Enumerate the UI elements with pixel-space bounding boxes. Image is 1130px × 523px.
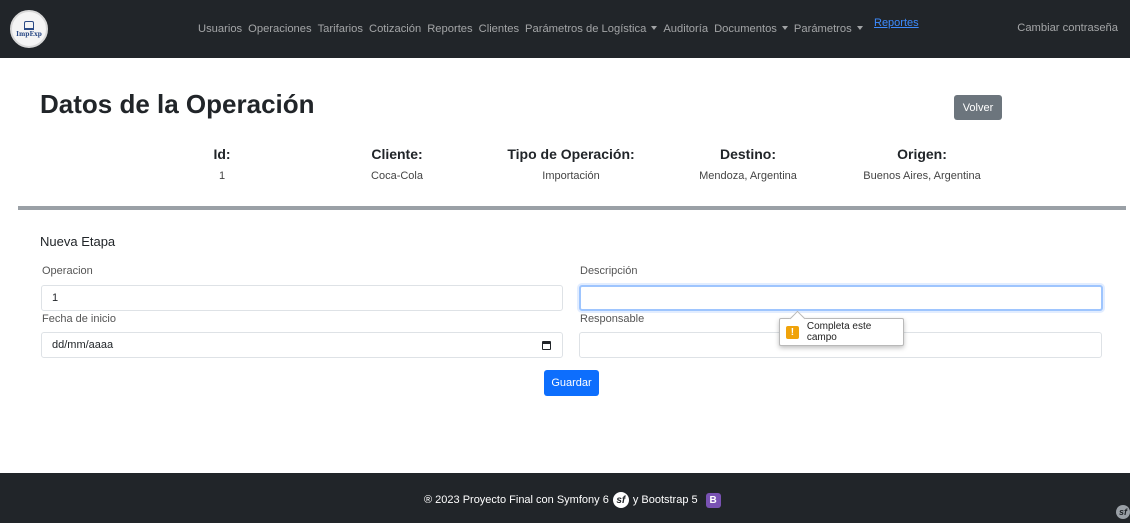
- operacion-field[interactable]: 1: [41, 285, 563, 311]
- nav-item-usuarios[interactable]: Usuarios: [198, 23, 242, 35]
- form-title: Nueva Etapa: [40, 234, 116, 249]
- descripcion-field[interactable]: [579, 285, 1103, 311]
- logo-text: ImpExp: [16, 30, 42, 38]
- info-value-tipo: Importación: [542, 170, 600, 182]
- info-header-origen: Origen:: [897, 146, 947, 162]
- brand-logo[interactable]: ImpExp: [10, 10, 48, 48]
- back-button[interactable]: Volver: [954, 95, 1002, 120]
- nav-item-label: Auditoría: [663, 23, 709, 35]
- fecha-inicio-field[interactable]: dd/mm/aaaa: [41, 332, 563, 358]
- nav-item-label: Usuarios: [198, 23, 243, 35]
- info-header-tipo: Tipo de Operación:: [507, 146, 635, 162]
- info-value-origen: Buenos Aires, Argentina: [863, 170, 981, 182]
- bootstrap-icon: B: [705, 492, 721, 508]
- nav-item-label: Parámetros de Logística: [525, 23, 647, 35]
- info-header-cliente: Cliente:: [371, 146, 423, 162]
- info-value-destino: Mendoza, Argentina: [699, 170, 797, 182]
- caret-down-icon: [651, 26, 658, 31]
- nav-item-parámetros-de-logística[interactable]: Parámetros de Logística: [525, 23, 658, 35]
- nav-link-reportes[interactable]: Reportes: [874, 17, 919, 29]
- footer-text: ® 2023 Proyecto Final con Symfony 6 sf y…: [424, 492, 721, 508]
- nav-item-auditoría[interactable]: Auditoría: [663, 23, 708, 35]
- nav-item-tarifarios[interactable]: Tarifarios: [318, 23, 363, 35]
- calendar-icon[interactable]: [542, 341, 551, 350]
- nav-item-operaciones[interactable]: Operaciones: [248, 23, 311, 35]
- nav-item-label: Clientes: [478, 23, 520, 35]
- validation-tooltip: ! Completa este campo: [779, 318, 904, 346]
- symfony-toolbar-icon[interactable]: sf: [1116, 505, 1130, 519]
- save-button[interactable]: Guardar: [544, 370, 599, 396]
- caret-down-icon: [781, 26, 788, 31]
- nav-item-label: Reportes: [427, 23, 473, 35]
- nav-item-clientes[interactable]: Clientes: [479, 23, 519, 35]
- nav-item-label: Cotización: [368, 23, 422, 35]
- symfony-icon: sf: [612, 492, 629, 508]
- fecha-placeholder: dd/mm/aaaa: [52, 339, 114, 351]
- logo-building-icon: [24, 20, 34, 30]
- nav-item-documentos[interactable]: Documentos: [714, 23, 788, 35]
- operacion-value: 1: [52, 292, 59, 304]
- top-navbar: ImpExp Usuarios Operaciones Tarifarios Coti…: [0, 0, 1130, 58]
- page-title: Datos de la Operación: [40, 89, 315, 119]
- nav-item-label: Operaciones: [248, 23, 312, 35]
- info-value-cliente: Coca-Cola: [371, 170, 423, 182]
- nav-item-cotización[interactable]: Cotización: [369, 23, 421, 35]
- info-header-id: Id:: [213, 146, 231, 162]
- nav-item-label: Parámetros: [793, 23, 852, 35]
- nav-item-reportes[interactable]: Reportes: [427, 23, 472, 35]
- info-value-id: 1: [218, 170, 226, 182]
- footer: ® 2023 Proyecto Final con Symfony 6 sf y…: [0, 473, 1130, 523]
- info-header-destino: Destino:: [720, 146, 776, 162]
- caret-down-icon: [856, 26, 863, 31]
- operacion-label: Operacion: [42, 265, 93, 277]
- footer-bootstrap-text: y Bootstrap 5: [632, 494, 698, 506]
- change-password-link[interactable]: Cambiar contraseña: [1017, 22, 1118, 34]
- validation-message: Completa este campo: [806, 321, 872, 343]
- footer-copyright: ® 2023 Proyecto Final con Symfony 6: [424, 494, 609, 506]
- nav-item-label: Tarifarios: [317, 23, 363, 35]
- nav-item-label: Documentos: [714, 23, 777, 35]
- warning-icon: !: [786, 325, 799, 339]
- nav-menu: Usuarios Operaciones Tarifarios Cotización R…: [198, 22, 869, 36]
- nav-item-parámetros[interactable]: Parámetros: [794, 23, 863, 35]
- section-divider: [18, 206, 1126, 210]
- fecha-label: Fecha de inicio: [42, 313, 116, 325]
- descripcion-label: Descripción: [580, 265, 638, 277]
- responsable-label: Responsable: [580, 313, 645, 325]
